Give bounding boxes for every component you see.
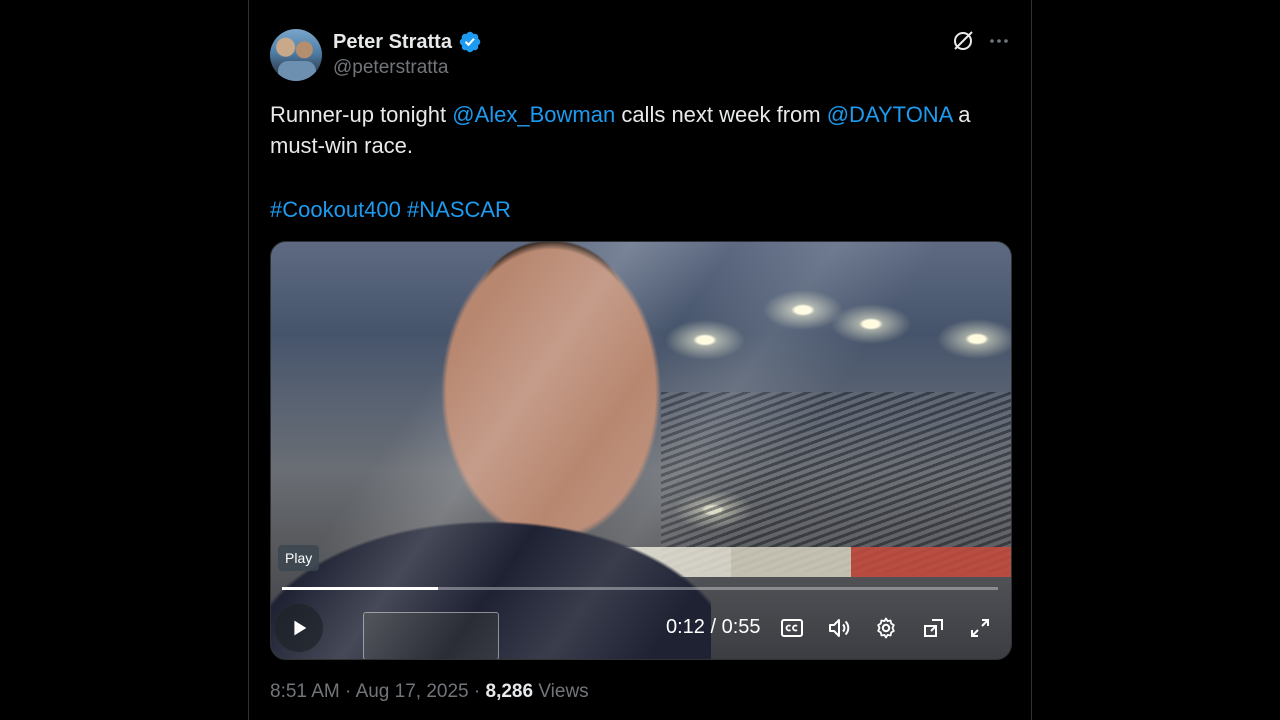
captions-icon[interactable] bbox=[780, 616, 804, 640]
mention-daytona[interactable]: @DAYTONA bbox=[827, 102, 952, 127]
tweet-time[interactable]: 8:51 AM bbox=[270, 681, 340, 702]
tweet-meta: 8:51 AM · Aug 17, 2025 · 8,286 Views bbox=[270, 681, 589, 703]
video-time: 0:12 / 0:55 bbox=[666, 616, 761, 639]
volume-icon[interactable] bbox=[827, 616, 851, 640]
meta-separator: · bbox=[473, 681, 481, 702]
meta-separator: · bbox=[345, 681, 352, 702]
verified-badge-icon bbox=[459, 31, 481, 53]
play-button[interactable] bbox=[275, 604, 323, 652]
video-player[interactable] bbox=[270, 241, 1012, 660]
tweet-text-part: calls next week from bbox=[615, 102, 827, 127]
author-name[interactable]: Peter Stratta bbox=[333, 31, 452, 54]
video-progress-bar[interactable] bbox=[282, 587, 998, 590]
video-progress-fill bbox=[282, 587, 439, 590]
play-tooltip: Play bbox=[278, 545, 320, 571]
play-icon bbox=[294, 620, 307, 636]
avatar[interactable] bbox=[270, 29, 322, 81]
video-frame-glare bbox=[271, 242, 1011, 659]
grok-icon[interactable] bbox=[951, 29, 975, 53]
more-icon[interactable] bbox=[987, 29, 1011, 53]
tweet-text-part: Runner-up tonight bbox=[270, 102, 453, 127]
hashtag-cookout400[interactable]: #Cookout400 bbox=[270, 197, 401, 222]
time-separator: / bbox=[710, 616, 717, 638]
pip-icon[interactable] bbox=[922, 616, 946, 640]
views-label: Views bbox=[538, 681, 589, 702]
hashtags: #Cookout400 #NASCAR bbox=[270, 194, 511, 225]
author-handle[interactable]: @peterstratta bbox=[333, 57, 448, 79]
current-time: 0:12 bbox=[666, 616, 705, 638]
settings-icon[interactable] bbox=[874, 616, 898, 640]
duration: 0:55 bbox=[721, 616, 761, 638]
tweet-date[interactable]: Aug 17, 2025 bbox=[356, 681, 469, 702]
tweet-text: Runner-up tonight @Alex_Bowman calls nex… bbox=[270, 99, 1010, 161]
mention-alex-bowman[interactable]: @Alex_Bowman bbox=[452, 102, 615, 127]
hashtag-nascar[interactable]: #NASCAR bbox=[407, 197, 511, 222]
views-count: 8,286 bbox=[485, 681, 534, 702]
fullscreen-icon[interactable] bbox=[968, 616, 992, 640]
